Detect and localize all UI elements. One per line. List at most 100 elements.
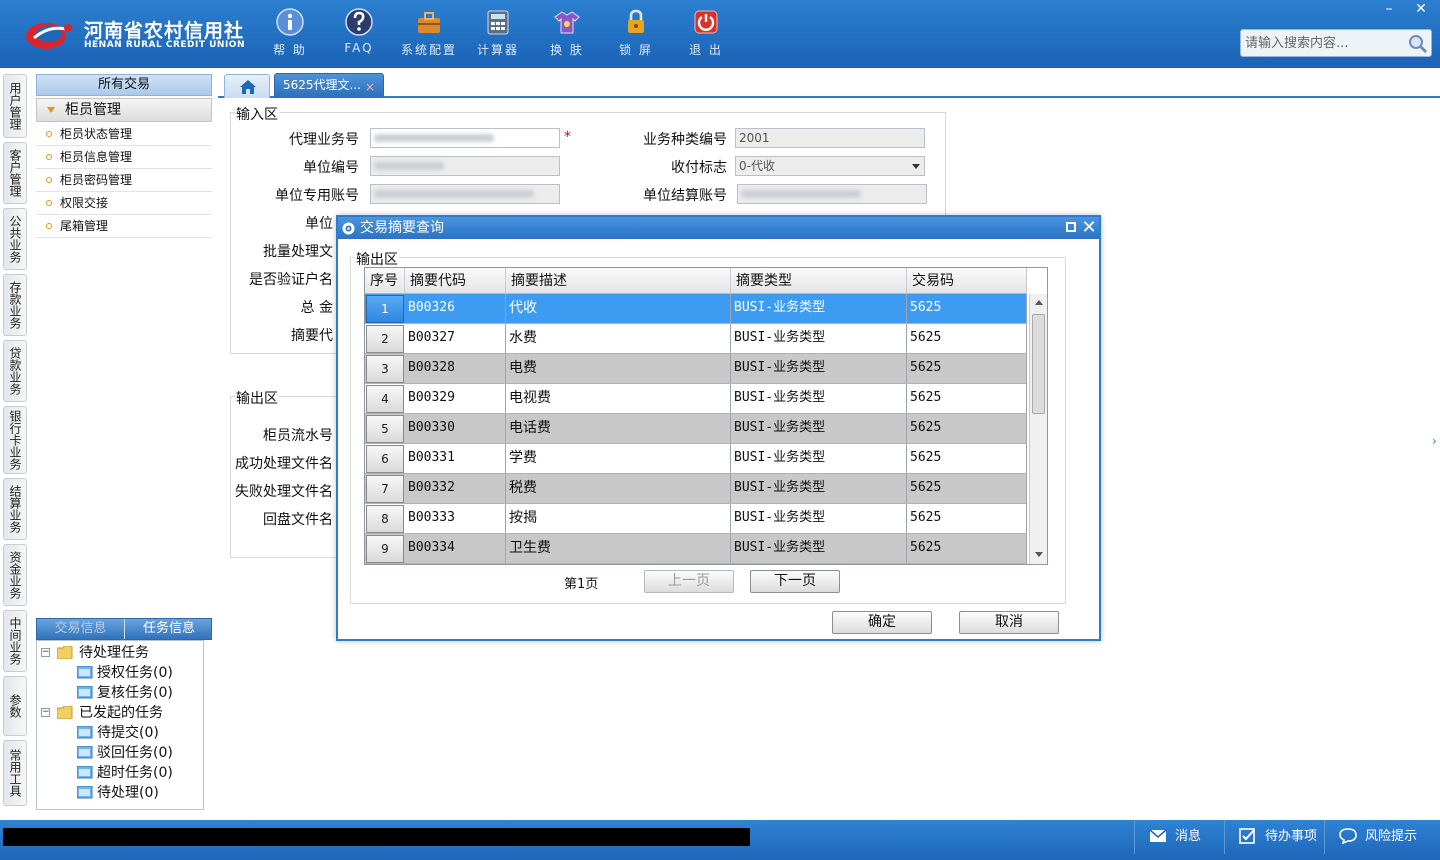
col-header-desc[interactable]: 摘要描述	[506, 268, 731, 294]
calculator-button[interactable]: 计算器	[467, 8, 529, 62]
vtab-public-business[interactable]: 公共业务	[3, 208, 27, 270]
menu-item-teller-info[interactable]: 柜员信息管理	[36, 146, 212, 169]
todo-button[interactable]: 待办事项	[1224, 820, 1324, 854]
window-close-button[interactable]: ✕	[1406, 0, 1436, 18]
tree-node-label: 已发起的任务	[79, 705, 163, 721]
vtab-customer-mgmt[interactable]: 客户管理	[3, 142, 27, 204]
cell-tcode: 5625	[907, 474, 1027, 503]
vtab-bankcard-business[interactable]: 银行卡业务	[3, 406, 27, 474]
messages-label: 消息	[1175, 829, 1202, 844]
col-header-tcode[interactable]: 交易码	[907, 268, 1027, 294]
table-row[interactable]: 7 B00332 税费 BUSI-业务类型 5625	[365, 474, 1027, 504]
cell-code: B00332	[405, 474, 506, 503]
table-row[interactable]: 8 B00333 按揭 BUSI-业务类型 5625	[365, 504, 1027, 534]
settle-account-label: 单位结算账号	[643, 188, 727, 204]
settle-account-field[interactable]	[737, 184, 927, 204]
col-header-no[interactable]: 序号	[365, 268, 405, 294]
scroll-down-icon[interactable]	[1035, 552, 1043, 557]
vtab-intermediate-business[interactable]: 中间业务	[3, 610, 27, 672]
vtab-settlement-business[interactable]: 结算业务	[3, 478, 27, 540]
table-row[interactable]: 9 B00334 卫生费 BUSI-业务类型 5625	[365, 534, 1027, 564]
faq-label: FAQ	[344, 41, 374, 55]
info-icon	[276, 8, 304, 36]
cell-desc: 电视费	[506, 384, 731, 413]
table-row[interactable]: 4 B00329 电视费 BUSI-业务类型 5625	[365, 384, 1027, 414]
help-button[interactable]: 帮 助	[259, 8, 321, 62]
tree-node-label: 待处理(0)	[97, 785, 159, 801]
col-header-code[interactable]: 摘要代码	[405, 268, 506, 294]
table-header: 序号 摘要代码 摘要描述 摘要类型 交易码	[365, 268, 1027, 294]
vtab-loan-business[interactable]: 贷款业务	[3, 340, 27, 402]
change-skin-button[interactable]: 换 肤	[536, 8, 598, 62]
tab-close-icon[interactable]: ×	[365, 76, 375, 98]
lock-screen-button[interactable]: 锁 屏	[605, 8, 667, 62]
dialog-close-button[interactable]: ✕	[1080, 217, 1098, 239]
all-transactions-header[interactable]: 所有交易	[36, 74, 212, 96]
confirm-button[interactable]: 确定	[832, 611, 932, 634]
search-input[interactable]	[1243, 32, 1403, 54]
menu-item-teller-status[interactable]: 柜员状态管理	[36, 123, 212, 146]
exit-button[interactable]: 退 出	[675, 8, 737, 62]
system-config-button[interactable]: 系统配置	[398, 8, 460, 62]
menu-item-teller-password[interactable]: 柜员密码管理	[36, 169, 212, 192]
redacted-value	[374, 134, 494, 142]
table-row[interactable]: 6 B00331 学费 BUSI-业务类型 5625	[365, 444, 1027, 474]
prev-page-button[interactable]: 上一页	[644, 570, 734, 593]
table-vertical-scrollbar[interactable]	[1029, 294, 1047, 564]
cell-code: B00330	[405, 414, 506, 443]
search-icon[interactable]	[1407, 33, 1429, 55]
table-row[interactable]: 5 B00330 电话费 BUSI-业务类型 5625	[365, 414, 1027, 444]
vtab-fund-business[interactable]: 资金业务	[3, 544, 27, 606]
task-folder-icon	[77, 786, 93, 799]
chevron-right-icon[interactable]: ›	[1432, 434, 1437, 448]
scroll-thumb[interactable]	[1032, 314, 1045, 414]
row-number: 7	[366, 475, 404, 503]
cell-code: B00328	[405, 354, 506, 383]
cell-tcode: 5625	[907, 354, 1027, 383]
vtab-user-mgmt[interactable]: 用户管理	[3, 74, 27, 138]
cancel-button[interactable]: 取消	[959, 611, 1059, 634]
dialog-title-bar[interactable]: 交易摘要查询 ✕	[338, 217, 1099, 239]
next-page-button[interactable]: 下一页	[750, 570, 840, 593]
messages-button[interactable]: 消息	[1134, 820, 1224, 854]
unit-no-field[interactable]	[370, 156, 560, 176]
table-row[interactable]: 2 B00327 水费 BUSI-业务类型 5625	[365, 324, 1027, 354]
vtab-common-tools[interactable]: 常用工具	[3, 740, 27, 806]
teller-management-section[interactable]: 柜员管理	[36, 98, 212, 122]
risk-alert-button[interactable]: 风险提示	[1324, 820, 1440, 854]
redacted-value	[741, 190, 861, 198]
menu-item-tail-box[interactable]: 尾箱管理	[36, 215, 212, 238]
task-folder-icon	[77, 666, 93, 679]
menu-item-permission-handover[interactable]: 权限交接	[36, 192, 212, 215]
required-mark: *	[564, 129, 571, 145]
tab-5625-agent-file[interactable]: 5625代理文... ×	[274, 73, 384, 98]
cell-type: BUSI-业务类型	[731, 474, 907, 503]
cell-tcode: 5625	[907, 384, 1027, 413]
scroll-up-icon[interactable]	[1035, 300, 1043, 305]
faq-button[interactable]: FAQ	[328, 8, 390, 62]
tab-task-info[interactable]: 任务信息	[125, 619, 213, 639]
help-label: 帮 助	[273, 43, 307, 57]
maximize-icon[interactable]	[1066, 222, 1076, 232]
unit-account-field[interactable]	[370, 184, 560, 204]
gear-icon	[342, 222, 355, 235]
vtab-deposit-business[interactable]: 存款业务	[3, 274, 27, 336]
collapse-toggle-icon[interactable]: −	[41, 708, 50, 717]
bullet-icon	[46, 223, 52, 229]
tab-transaction-info[interactable]: 交易信息	[37, 619, 125, 639]
biz-type-no-field[interactable]: 2001	[735, 128, 925, 148]
tree-node-label: 复核任务(0)	[97, 685, 173, 701]
home-tab[interactable]	[224, 74, 270, 98]
vtab-parameters[interactable]: 参数	[3, 676, 27, 736]
cell-desc: 代收	[506, 294, 731, 323]
table-row[interactable]: 1 B00326 代收 BUSI-业务类型 5625	[365, 294, 1027, 324]
bullet-icon	[46, 177, 52, 183]
table-row[interactable]: 3 B00328 电费 BUSI-业务类型 5625	[365, 354, 1027, 384]
collapse-toggle-icon[interactable]: −	[41, 648, 50, 657]
window-minimize-button[interactable]: –	[1374, 0, 1404, 18]
tree-node-label: 待提交(0)	[97, 725, 159, 741]
agent-no-field[interactable]	[370, 128, 560, 148]
pay-flag-select[interactable]: 0-代收	[735, 156, 925, 176]
top-bar: 河南省农村信用社 HENAN RURAL CREDIT UNION 帮 助 FA…	[0, 0, 1440, 68]
col-header-type[interactable]: 摘要类型	[731, 268, 907, 294]
